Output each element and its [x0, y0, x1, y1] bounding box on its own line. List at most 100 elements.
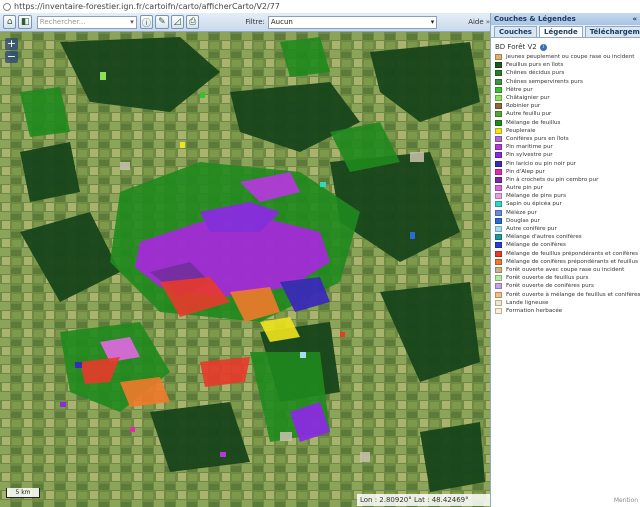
legend-item: Forêt ouverte de conifères purs	[495, 282, 640, 290]
aide-link[interactable]: Aide	[468, 18, 483, 26]
map-toolbar: ⌂ ◧ Rechercher... ▾ ⓘ ✎ ◿ ⎙ Filtre: Aucu…	[0, 13, 490, 32]
legend-label: Conifères purs en îlots	[506, 135, 569, 142]
legend-swatch	[495, 217, 502, 224]
legend-swatch	[495, 127, 502, 134]
legend-label: Autre pin pur	[506, 185, 543, 192]
legend-label: Sapin ou épicéa pur	[506, 201, 562, 208]
mention-link[interactable]: Mention	[614, 497, 638, 504]
legend-label: Formation herbacée	[506, 307, 563, 314]
legend-item: Mélange de pins purs	[495, 192, 640, 200]
legend-label: Mélange de pins purs	[506, 193, 566, 200]
legend-item: Robinier pur	[495, 102, 640, 110]
url-text[interactable]: https://inventaire-forestier.ign.fr/cart…	[14, 2, 280, 11]
zoom-control: + −	[5, 38, 18, 64]
identify-icon[interactable]: ⓘ	[139, 15, 154, 29]
legend-item: Mélange de conifères prépondérants et fe…	[495, 258, 640, 266]
tab-legende[interactable]: Légende	[538, 26, 583, 37]
close-icon[interactable]: «	[632, 13, 640, 25]
legend-item: Chênes sempervirents purs	[495, 78, 640, 86]
legend-swatch	[495, 135, 502, 142]
legend-swatch	[495, 86, 502, 93]
satellite-map	[0, 32, 490, 507]
legend-item: Pin à crochets ou pin cembro pur	[495, 176, 640, 184]
legend-item: Pin d'Alep pur	[495, 168, 640, 176]
panel-header: Couches & Légendes «	[491, 13, 640, 25]
legend-label: Jeunes peuplement ou coupe rase ou incid…	[506, 54, 635, 61]
legend-label: Feuillus purs en îlots	[506, 62, 564, 69]
legend-swatch	[495, 266, 502, 273]
url-bar[interactable]: https://inventaire-forestier.ign.fr/cart…	[0, 0, 640, 13]
legend-item: Chênes décidus purs	[495, 69, 640, 77]
legend-swatch	[495, 103, 502, 110]
legend-swatch	[495, 176, 502, 183]
legend-label: Autre feuillu pur	[506, 111, 552, 118]
legend-item: Pin sylvestre pur	[495, 151, 640, 159]
legend-swatch	[495, 250, 502, 257]
legend-title: BD Forêt V2	[495, 43, 537, 51]
legend-item: Feuillus purs en îlots	[495, 61, 640, 69]
legend-item: Peupleraie	[495, 127, 640, 135]
search-placeholder: Rechercher...	[39, 18, 86, 26]
legend-list: Jeunes peuplement ou coupe rase ou incid…	[491, 53, 640, 315]
legend-swatch	[495, 144, 502, 151]
legend-swatch	[495, 185, 502, 192]
legend-item: Autre feuillu pur	[495, 110, 640, 118]
legend-label: Forêt ouverte à mélange de feuillus et c…	[506, 291, 640, 298]
legend-label: Mélange de feuillus	[506, 119, 561, 126]
legend-label: Mélange de feuillus prépondérants et con…	[506, 250, 638, 257]
scale-bar: 5 km	[6, 488, 40, 498]
legend-item: Mélèze pur	[495, 209, 640, 217]
legend-label: Pin à crochets ou pin cembro pur	[506, 176, 599, 183]
legend-label: Pin laricio ou pin noir pur	[506, 160, 576, 167]
layers-legend-panel: Couches & Légendes « Couches Légende Tél…	[490, 13, 640, 507]
legend-swatch	[495, 160, 502, 167]
legend-swatch	[495, 242, 502, 249]
legend-item: Mélange d'autres conifères	[495, 233, 640, 241]
filtre-select[interactable]: Aucun ▾	[267, 15, 438, 29]
legend-swatch	[495, 78, 502, 85]
globe-icon	[3, 2, 11, 11]
legend-swatch	[495, 307, 502, 314]
legend-item: Autre conifère pur	[495, 225, 640, 233]
legend-swatch	[495, 275, 502, 282]
legend-item: Formation herbacée	[495, 307, 640, 315]
panel-tabs: Couches Légende Téléchargements	[491, 25, 640, 38]
legend-swatch	[495, 70, 502, 77]
legend-item: Mélange de feuillus	[495, 119, 640, 127]
legend-label: Autre conifère pur	[506, 226, 557, 233]
legend-item: Mélange de feuillus prépondérants et con…	[495, 250, 640, 258]
info-icon[interactable]: i	[539, 43, 547, 51]
legend-swatch	[495, 168, 502, 175]
legend-swatch	[495, 95, 502, 102]
legend-label: Chênes décidus purs	[506, 70, 565, 77]
legend-label: Peupleraie	[506, 127, 536, 134]
zoom-out-button[interactable]: −	[5, 51, 18, 63]
legend-swatch	[495, 152, 502, 159]
filtre-label: Filtre:	[245, 18, 265, 26]
map-view[interactable]: + − 5 km Lon : 2.80920° Lat : 48.42469° …	[0, 32, 490, 507]
legend-item: Autre pin pur	[495, 184, 640, 192]
search-input[interactable]: Rechercher... ▾	[36, 15, 137, 29]
measure-area-icon[interactable]: ◿	[170, 15, 184, 29]
layers-toggle-icon[interactable]: ◧	[18, 15, 32, 29]
legend-swatch	[495, 299, 502, 306]
coordinates-readout: Lon : 2.80920° Lat : 48.42469° (WGS84)	[357, 494, 490, 506]
tab-telechargements[interactable]: Téléchargements	[584, 26, 640, 37]
tab-couches[interactable]: Couches	[494, 26, 537, 37]
search-dropdown-icon[interactable]: ▾	[130, 18, 134, 26]
panel-title: Couches & Légendes	[494, 15, 576, 23]
legend-label: Lande ligneuse	[506, 299, 549, 306]
legend-swatch	[495, 119, 502, 126]
legend-label: Mélèze pur	[506, 209, 537, 216]
legend-item: Conifères purs en îlots	[495, 135, 640, 143]
legend-swatch	[495, 201, 502, 208]
zoom-in-button[interactable]: +	[5, 38, 18, 50]
chevron-down-icon: ▾	[430, 18, 435, 26]
home-icon[interactable]: ⌂	[3, 15, 17, 29]
measure-distance-icon[interactable]: ✎	[155, 15, 169, 29]
legend-swatch	[495, 283, 502, 290]
legend-item: Mélange de conifères	[495, 241, 640, 249]
print-icon[interactable]: ⎙	[185, 15, 200, 29]
legend-label: Forêt ouverte de feuillus purs	[506, 275, 589, 282]
legend-item: Châtaignier pur	[495, 94, 640, 102]
